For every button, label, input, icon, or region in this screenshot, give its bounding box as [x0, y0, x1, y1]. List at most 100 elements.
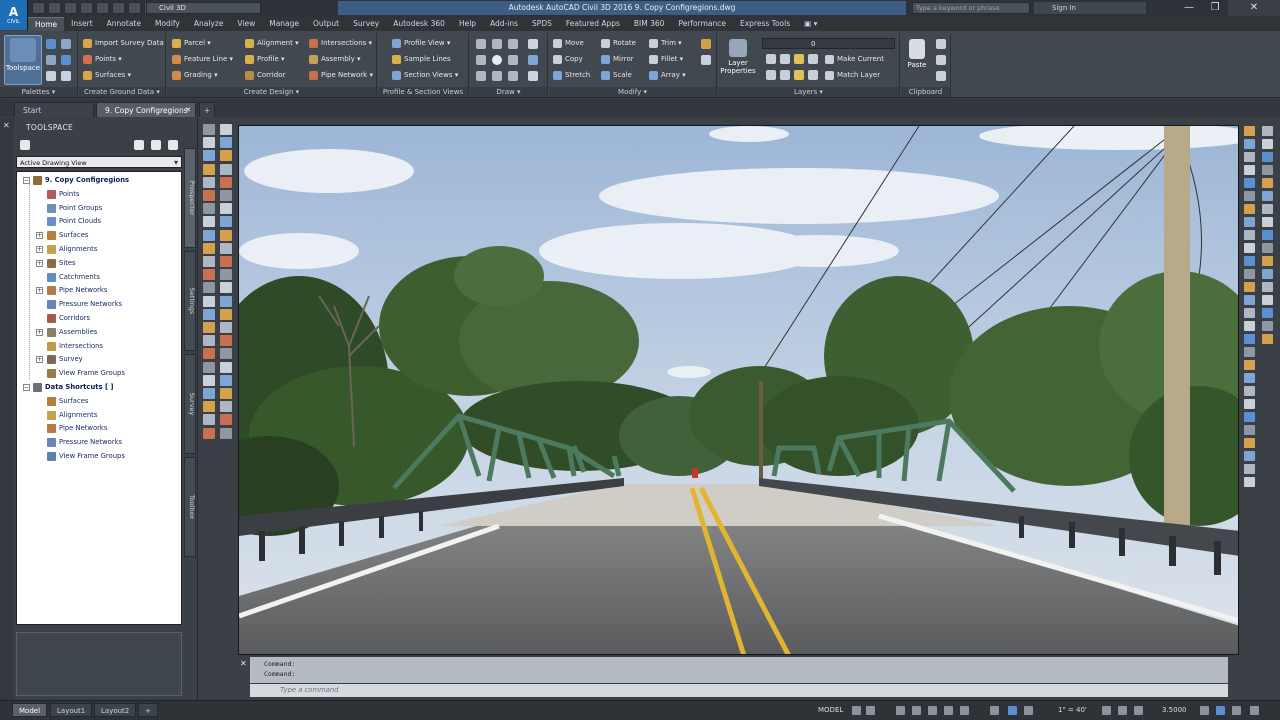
- draw-tool-icon[interactable]: [203, 137, 215, 149]
- modify-tool-icon[interactable]: [1244, 438, 1255, 448]
- tool-palettes-icon[interactable]: [61, 55, 71, 65]
- tree-expander-icon[interactable]: +: [36, 356, 43, 364]
- draw-tool-icon[interactable]: [203, 295, 215, 307]
- modify-tool-icon[interactable]: [1244, 412, 1255, 422]
- maximize-button[interactable]: ❐: [1202, 0, 1228, 16]
- zoom-scale-value[interactable]: 3.5000: [1162, 704, 1187, 717]
- modify-tool-icon[interactable]: [1262, 178, 1273, 188]
- tab-survey[interactable]: Survey: [184, 354, 196, 454]
- draw-tool-icon[interactable]: [203, 335, 215, 347]
- boundary-icon[interactable]: [508, 71, 518, 81]
- tab-featured-apps[interactable]: Featured Apps: [559, 17, 627, 31]
- redo-icon[interactable]: [128, 2, 141, 14]
- paste-button[interactable]: Paste: [903, 37, 931, 87]
- active-drawing-view-select[interactable]: Active Drawing View: [16, 156, 182, 169]
- draw-tool-icon[interactable]: [220, 401, 232, 413]
- modify-tool-icon[interactable]: [1244, 360, 1255, 370]
- draw-tool-icon[interactable]: [203, 256, 215, 267]
- prospector-icon[interactable]: [46, 39, 56, 49]
- draw-tool-icon[interactable]: [203, 308, 215, 320]
- modify-tool-icon[interactable]: [1244, 308, 1255, 318]
- profile-button[interactable]: Profile ▾: [244, 53, 285, 66]
- draw-tool-icon[interactable]: [203, 124, 215, 135]
- modify-tool-icon[interactable]: [1244, 204, 1255, 214]
- layer-properties-button[interactable]: Layer Properties: [720, 37, 756, 87]
- draw-tool-icon[interactable]: [220, 295, 232, 307]
- tab-add-ins[interactable]: Add-ins: [483, 17, 525, 31]
- tree-item[interactable]: Pressure Networks: [47, 298, 122, 311]
- doc-tab-drawing[interactable]: 9. Copy Configregions ✕: [96, 102, 196, 117]
- tab-view[interactable]: View: [230, 17, 262, 31]
- tree-item[interactable]: Point Groups: [47, 202, 102, 215]
- tree-item[interactable]: Data Shortcuts [ ]: [33, 381, 114, 394]
- draw-tool-icon[interactable]: [220, 414, 232, 426]
- tree-expander-icon[interactable]: +: [36, 232, 43, 240]
- layer-freeze-icon[interactable]: [794, 54, 804, 64]
- draw-tool-icon[interactable]: [220, 190, 232, 201]
- tab-insert[interactable]: Insert: [64, 17, 100, 31]
- draw-tool-icon[interactable]: [220, 348, 232, 360]
- layer-isolate-icon[interactable]: [780, 54, 790, 64]
- tree-item[interactable]: Pipe Networks: [47, 284, 107, 297]
- draw-tool-icon[interactable]: [203, 282, 215, 294]
- pipe-network-button[interactable]: Pipe Network ▾: [308, 69, 373, 82]
- draw-tool-icon[interactable]: [220, 137, 232, 149]
- tree-item[interactable]: Intersections: [47, 340, 103, 353]
- tree-item[interactable]: Surfaces: [47, 229, 88, 242]
- toolspace-title-strip[interactable]: ✕: [0, 118, 14, 700]
- draw-tool-icon[interactable]: [220, 282, 232, 294]
- modify-tool-icon[interactable]: [1262, 139, 1273, 149]
- grading-button[interactable]: Grading ▾: [171, 69, 218, 82]
- modify-tool-icon[interactable]: [1244, 321, 1255, 331]
- plot-icon[interactable]: [96, 2, 109, 14]
- fillet-button[interactable]: Fillet ▾: [648, 53, 683, 66]
- units-icon[interactable]: [1134, 706, 1143, 715]
- command-line-close-icon[interactable]: ✕: [240, 659, 247, 668]
- move-button[interactable]: Move: [552, 37, 584, 50]
- doc-tab-close-icon[interactable]: ✕: [185, 103, 191, 118]
- hatch-icon[interactable]: [528, 55, 538, 65]
- profile-view-button[interactable]: Profile View ▾: [391, 37, 450, 50]
- intersections-button[interactable]: Intersections ▾: [308, 37, 372, 50]
- cut-icon[interactable]: [936, 39, 946, 49]
- panorama-icon[interactable]: [61, 39, 71, 49]
- grid-icon[interactable]: [852, 706, 861, 715]
- layout-tab-layout1[interactable]: Layout1: [50, 703, 93, 717]
- clean-screen-icon[interactable]: [1232, 706, 1241, 715]
- sample-lines-button[interactable]: Sample Lines: [391, 53, 451, 66]
- modify-tool-icon[interactable]: [1244, 178, 1255, 188]
- properties-icon[interactable]: [46, 55, 56, 65]
- tree-item[interactable]: Alignments: [47, 243, 97, 256]
- annotation-monitor-icon[interactable]: [1118, 706, 1127, 715]
- tree-item[interactable]: View Frame Groups: [47, 450, 125, 463]
- hardware-acceleration-icon[interactable]: [1200, 706, 1209, 715]
- tab-modify[interactable]: Modify: [148, 17, 187, 31]
- tree-expander-icon[interactable]: −: [23, 177, 30, 184]
- modify-tool-icon[interactable]: [1262, 165, 1273, 175]
- section-views-button[interactable]: Section Views ▾: [391, 69, 458, 82]
- tree-item[interactable]: Point Clouds: [47, 215, 101, 228]
- modify-tool-icon[interactable]: [1262, 321, 1273, 331]
- undo-icon[interactable]: [112, 2, 125, 14]
- customization-icon[interactable]: [1250, 706, 1259, 715]
- edit-icon[interactable]: [701, 39, 711, 49]
- modify-tool-icon[interactable]: [1262, 256, 1273, 266]
- layer-lock-icon[interactable]: [808, 54, 818, 64]
- modify-tool-icon[interactable]: [1262, 217, 1273, 227]
- tree-expander-icon[interactable]: +: [36, 287, 43, 295]
- draw-tool-icon[interactable]: [203, 361, 215, 373]
- toolspace-close-icon[interactable]: ✕: [3, 122, 11, 130]
- tree-item[interactable]: Pressure Networks: [47, 436, 122, 449]
- draw-tool-icon[interactable]: [203, 414, 215, 426]
- draw-tool-icon[interactable]: [220, 256, 232, 267]
- draw-tool-icon[interactable]: [220, 124, 232, 135]
- draw-tool-icon[interactable]: [203, 150, 215, 162]
- tab-analyze[interactable]: Analyze: [187, 17, 231, 31]
- line-icon[interactable]: [476, 39, 486, 49]
- modify-tool-icon[interactable]: [1244, 126, 1255, 136]
- modify-tool-icon[interactable]: [1262, 269, 1273, 279]
- tab-autodesk-360[interactable]: Autodesk 360: [386, 17, 452, 31]
- design-center-icon[interactable]: [46, 71, 56, 81]
- save-as-icon[interactable]: [80, 2, 93, 14]
- tree-expander-icon[interactable]: +: [36, 328, 43, 336]
